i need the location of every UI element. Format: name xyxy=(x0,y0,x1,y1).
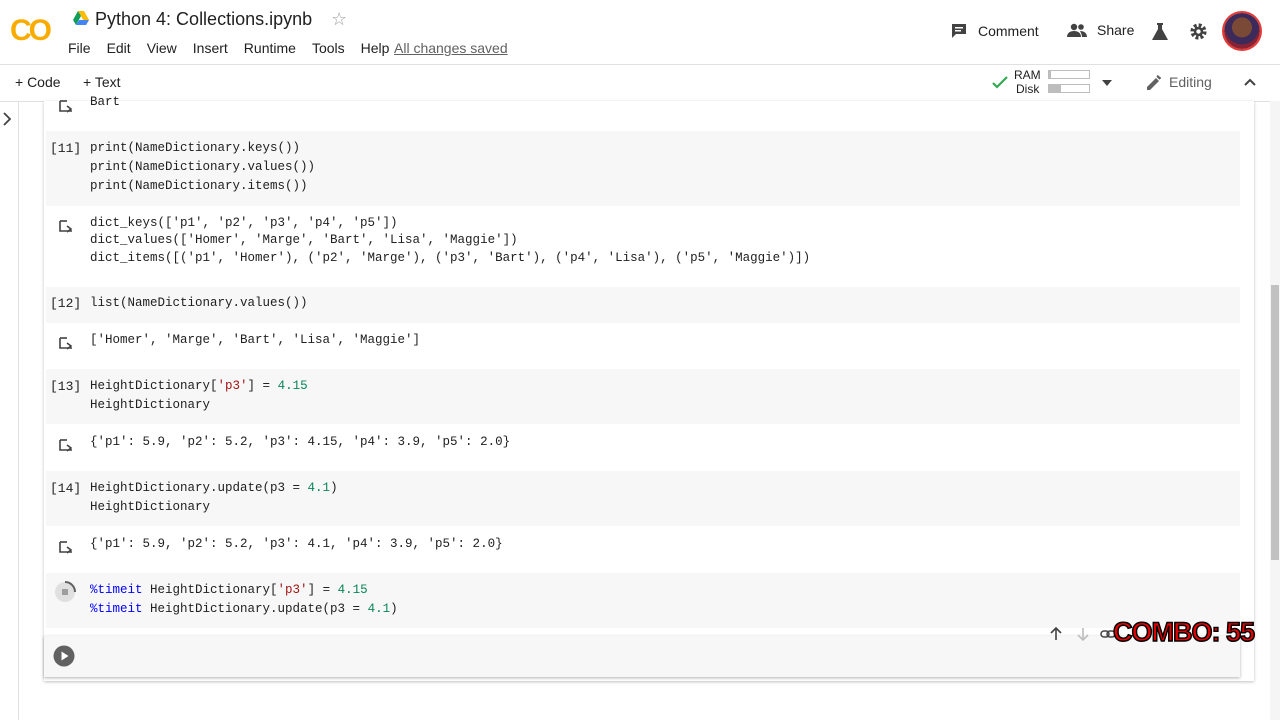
number-token: 4.1 xyxy=(307,481,331,495)
move-down-icon[interactable] xyxy=(1076,627,1090,641)
menu-bar: File Edit View Insert Runtime Tools Help xyxy=(68,40,405,56)
menu-insert[interactable]: Insert xyxy=(193,40,228,56)
chevron-right-icon[interactable] xyxy=(3,112,11,126)
output-line: dict_keys(['p1', 'p2', 'p3', 'p4', 'p5']… xyxy=(90,216,398,230)
left-sidebar xyxy=(0,101,19,720)
code-line[interactable]: print(NameDictionary.keys()) xyxy=(90,139,300,158)
code-token: ) xyxy=(330,481,338,495)
gear-icon[interactable] xyxy=(1189,22,1208,41)
disk-meter xyxy=(1048,84,1090,93)
code-line[interactable]: list(NameDictionary.values()) xyxy=(90,294,308,313)
output-icon xyxy=(59,439,73,452)
execution-count: [12] xyxy=(50,296,82,311)
output-line: dict_values(['Homer', 'Marge', 'Bart', '… xyxy=(90,233,518,247)
magic-token: %timeit xyxy=(90,602,143,616)
code-line[interactable]: HeightDictionary.update(p3 = 4.1) xyxy=(90,479,338,498)
output-line: dict_items([('p1', 'Homer'), ('p2', 'Mar… xyxy=(90,251,811,265)
running-spinner-icon[interactable] xyxy=(53,580,77,604)
code-line[interactable]: print(NameDictionary.values()) xyxy=(90,158,315,177)
combo-counter-overlay: COMBO: 55 xyxy=(1112,616,1256,648)
share-label: Share xyxy=(1097,22,1135,38)
comment-label: Comment xyxy=(978,23,1039,39)
editing-mode[interactable]: Editing xyxy=(1169,74,1212,90)
ram-meter xyxy=(1048,70,1090,79)
comment-button[interactable]: Comment xyxy=(950,22,1039,40)
add-code-button[interactable]: + Code xyxy=(15,74,61,90)
star-icon[interactable]: ☆ xyxy=(331,9,347,30)
output-icon xyxy=(59,100,73,113)
string-token: 'p3' xyxy=(217,379,248,393)
code-token: HeightDictionary[ xyxy=(142,583,278,597)
scrollbar-thumb[interactable] xyxy=(1271,285,1279,560)
menu-runtime[interactable]: Runtime xyxy=(244,40,296,56)
execution-count: [13] xyxy=(50,379,82,394)
notebook-title[interactable]: Python 4: Collections.ipynb xyxy=(95,9,312,30)
output-icon xyxy=(59,541,73,554)
chevron-down-icon[interactable] xyxy=(1102,80,1112,86)
notebook-toolbar: + Code + Text RAM Disk Editing xyxy=(0,64,1280,102)
number-token: 4.1 xyxy=(367,602,391,616)
code-token: ] = xyxy=(247,379,278,393)
code-cell-empty[interactable] xyxy=(44,636,1240,677)
menu-edit[interactable]: Edit xyxy=(107,40,131,56)
menu-view[interactable]: View xyxy=(147,40,177,56)
code-line[interactable]: HeightDictionary['p3'] = 4.15 xyxy=(90,377,308,396)
number-token: 4.15 xyxy=(277,379,308,393)
output-line: ['Homer', 'Marge', 'Bart', 'Lisa', 'Magg… xyxy=(90,333,421,347)
code-line[interactable]: %timeit HeightDictionary['p3'] = 4.15 xyxy=(90,581,368,600)
colab-logo[interactable]: CO xyxy=(10,14,52,48)
people-icon xyxy=(1067,23,1087,37)
code-line[interactable]: HeightDictionary xyxy=(90,396,210,415)
number-token: 4.15 xyxy=(337,583,368,597)
google-drive-icon xyxy=(73,11,89,25)
code-line[interactable]: print(NameDictionary.items()) xyxy=(90,177,308,196)
flask-icon[interactable] xyxy=(1152,23,1168,40)
code-token: HeightDictionary.update(p3 = xyxy=(142,602,368,616)
menu-tools[interactable]: Tools xyxy=(312,40,345,56)
magic-token: %timeit xyxy=(90,583,143,597)
ram-label: RAM xyxy=(1014,68,1041,82)
code-token: ] = xyxy=(307,583,338,597)
code-token: HeightDictionary.update(p3 = xyxy=(90,481,308,495)
user-avatar[interactable] xyxy=(1224,13,1260,49)
code-token: ) xyxy=(390,602,398,616)
add-text-button[interactable]: + Text xyxy=(83,74,121,90)
pencil-icon xyxy=(1147,75,1161,90)
execution-count: [11] xyxy=(50,141,82,156)
string-token: 'p3' xyxy=(277,583,308,597)
output-icon xyxy=(59,337,73,350)
output-line: {'p1': 5.9, 'p2': 5.2, 'p3': 4.15, 'p4':… xyxy=(90,435,511,449)
previous-output: Bart xyxy=(90,95,121,109)
code-line[interactable]: HeightDictionary xyxy=(90,498,210,517)
comment-icon xyxy=(952,24,966,38)
menu-file[interactable]: File xyxy=(68,40,91,56)
output-line: {'p1': 5.9, 'p2': 5.2, 'p3': 4.1, 'p4': … xyxy=(90,537,503,551)
save-status[interactable]: All changes saved xyxy=(394,40,508,56)
connected-check-icon xyxy=(992,76,1008,89)
chevron-up-icon[interactable] xyxy=(1244,78,1256,86)
run-cell-icon[interactable] xyxy=(53,645,75,667)
share-button[interactable]: Share xyxy=(1067,22,1134,38)
output-icon xyxy=(59,220,73,233)
app-header: CO Python 4: Collections.ipynb ☆ File Ed… xyxy=(0,0,1280,64)
code-line[interactable]: %timeit HeightDictionary.update(p3 = 4.1… xyxy=(90,600,398,619)
code-token: HeightDictionary[ xyxy=(90,379,218,393)
menu-help[interactable]: Help xyxy=(361,40,390,56)
execution-count: [14] xyxy=(50,481,82,496)
move-up-icon[interactable] xyxy=(1049,627,1063,641)
disk-label: Disk xyxy=(1016,82,1040,96)
